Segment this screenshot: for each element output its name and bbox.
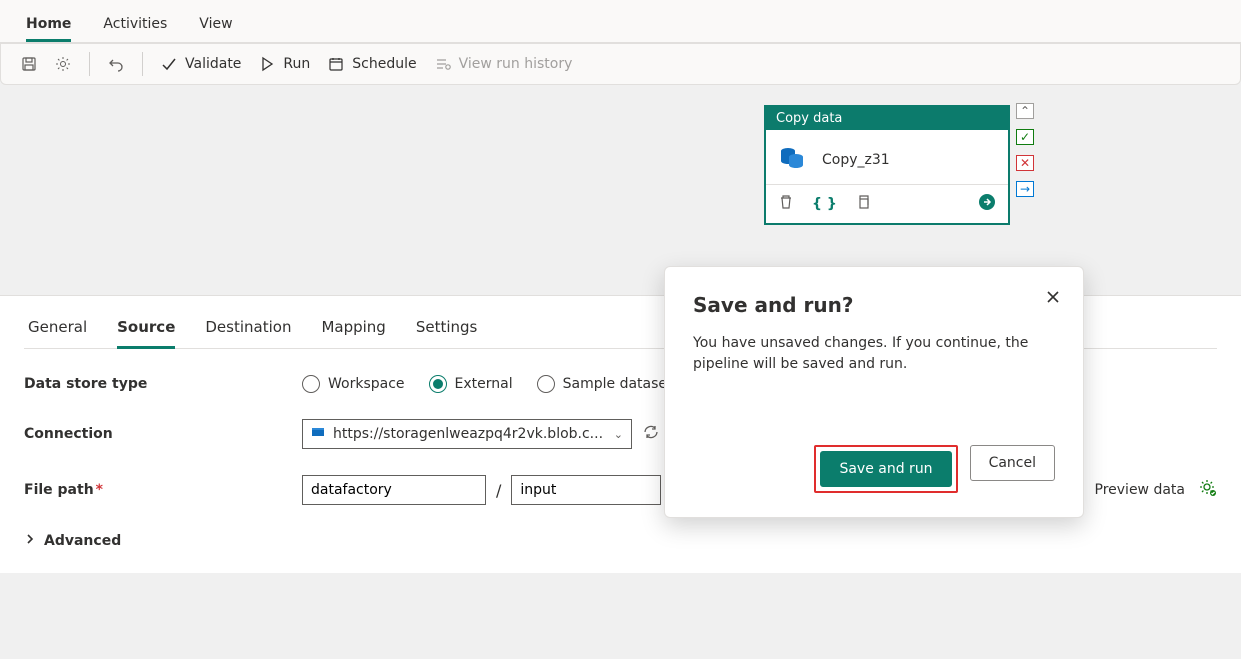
save-button[interactable] — [21, 56, 37, 72]
view-history-button[interactable]: View run history — [435, 56, 573, 72]
storage-icon — [311, 425, 325, 443]
chevron-down-icon: ⌄ — [614, 428, 623, 441]
activity-type-label: Copy data — [766, 107, 1008, 130]
collapse-icon[interactable]: ⌃ — [1016, 103, 1034, 119]
file-path-container-input[interactable] — [302, 475, 486, 505]
validate-button[interactable]: Validate — [161, 56, 241, 72]
schedule-label: Schedule — [352, 56, 416, 72]
save-icon — [21, 56, 37, 72]
dialog-body: You have unsaved changes. If you continu… — [693, 333, 1055, 375]
cancel-button[interactable]: Cancel — [970, 445, 1055, 481]
undo-button[interactable] — [108, 56, 124, 72]
path-separator: / — [496, 481, 501, 500]
delete-icon[interactable] — [778, 194, 794, 214]
tab-mapping[interactable]: Mapping — [321, 314, 385, 348]
radio-external-label: External — [455, 376, 513, 392]
success-port-icon[interactable]: ✓ — [1016, 129, 1034, 145]
radio-workspace[interactable]: Workspace — [302, 375, 405, 393]
pipeline-canvas[interactable]: Copy data Copy_z31 { } ⌃ ✓ ✕ → — [0, 85, 1241, 295]
data-store-type-label: Data store type — [24, 376, 302, 392]
radio-external[interactable]: External — [429, 375, 513, 393]
advanced-toggle[interactable]: Advanced — [24, 533, 121, 549]
advanced-label: Advanced — [44, 533, 121, 549]
radio-sample-dataset-label: Sample dataset — [563, 376, 673, 392]
validate-label: Validate — [185, 56, 241, 72]
dialog-close-button[interactable] — [1045, 289, 1061, 310]
gear-icon — [55, 56, 71, 72]
run-label: Run — [283, 56, 310, 72]
copy-icon[interactable] — [855, 194, 871, 214]
history-icon — [435, 56, 451, 72]
activity-body: Copy_z31 — [766, 130, 1008, 184]
arrow-right-circle-icon[interactable] — [978, 193, 996, 215]
settings-gear-button[interactable] — [55, 56, 71, 72]
failure-port-icon[interactable]: ✕ — [1016, 155, 1034, 171]
play-icon — [259, 56, 275, 72]
activity-name: Copy_z31 — [822, 152, 890, 168]
tab-settings[interactable]: Settings — [416, 314, 478, 348]
connection-value: https://storagenlweazpq4r2vk.blob.c... — [333, 426, 606, 442]
undo-icon — [108, 56, 124, 72]
ribbon-tab-view[interactable]: View — [199, 8, 232, 42]
database-icon — [778, 144, 806, 176]
activity-footer: { } — [766, 184, 1008, 223]
tab-general[interactable]: General — [28, 314, 87, 348]
copy-data-activity[interactable]: Copy data Copy_z31 { } — [764, 105, 1010, 225]
toolbar: Validate Run Schedule View run history — [0, 43, 1241, 85]
braces-icon[interactable]: { } — [812, 196, 837, 212]
save-and-run-dialog: Save and run? You have unsaved changes. … — [664, 266, 1084, 518]
run-button[interactable]: Run — [259, 56, 310, 72]
dialog-title: Save and run? — [693, 293, 1055, 317]
refresh-connection-icon[interactable] — [642, 423, 660, 445]
connection-dropdown[interactable]: https://storagenlweazpq4r2vk.blob.c... ⌄ — [302, 419, 632, 449]
file-path-directory-input[interactable] — [511, 475, 661, 505]
dialog-buttons: Save and run Cancel — [693, 445, 1055, 493]
connection-label: Connection — [24, 426, 302, 442]
ribbon-tab-activities[interactable]: Activities — [103, 8, 167, 42]
history-label: View run history — [459, 56, 573, 72]
preview-data-link[interactable]: Preview data — [1095, 482, 1185, 498]
calendar-icon — [328, 56, 344, 72]
radio-sample-dataset[interactable]: Sample dataset — [537, 375, 673, 393]
save-and-run-button[interactable]: Save and run — [820, 451, 951, 487]
data-store-type-radio-group: Workspace External Sample dataset — [302, 375, 673, 393]
toolbar-separator — [89, 52, 90, 76]
check-icon — [161, 56, 177, 72]
radio-workspace-label: Workspace — [328, 376, 405, 392]
completion-port-icon[interactable]: → — [1016, 181, 1034, 197]
preview-settings-icon[interactable] — [1199, 479, 1217, 501]
toolbar-separator — [142, 52, 143, 76]
chevron-right-icon — [24, 533, 36, 549]
file-path-label: File path* — [24, 482, 302, 498]
ribbon-tab-home[interactable]: Home — [26, 8, 71, 42]
schedule-button[interactable]: Schedule — [328, 56, 416, 72]
activity-side-icons: ⌃ ✓ ✕ → — [1016, 103, 1034, 197]
primary-button-highlight: Save and run — [814, 445, 957, 493]
tab-source[interactable]: Source — [117, 314, 175, 348]
tab-destination[interactable]: Destination — [205, 314, 291, 348]
ribbon-tabs: Home Activities View — [0, 0, 1241, 43]
